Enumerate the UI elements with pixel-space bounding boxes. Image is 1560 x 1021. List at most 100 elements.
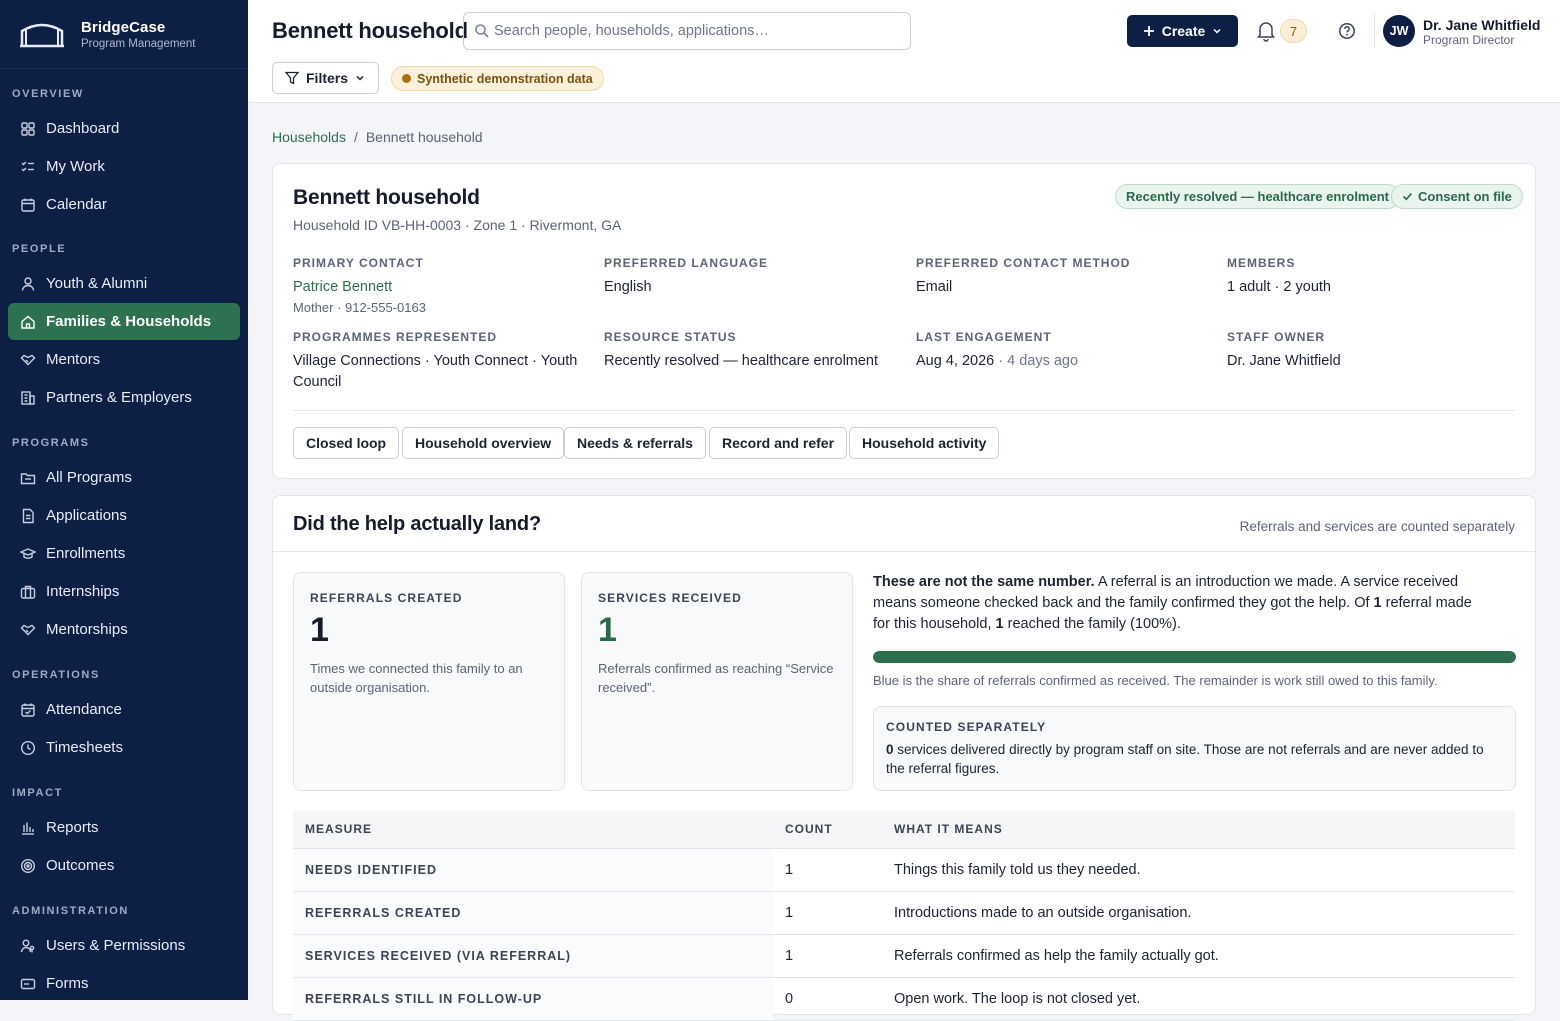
sidebar-item-label: Internships (46, 583, 120, 600)
sidebar-item-applications[interactable]: Applications (8, 497, 240, 534)
chevron-down-icon (1213, 28, 1221, 34)
calendar-icon (21, 198, 35, 212)
resource-status-pill: Recently resolved — healthcare enrolment (1115, 184, 1400, 209)
primary-contact-link[interactable]: Patrice Bennett (293, 277, 593, 298)
sidebar-nav: OVERVIEW Dashboard My Work Calendar PEOPLE Yo… (0, 87, 248, 1000)
search-icon (475, 24, 489, 38)
field-label: PREFERRED LANGUAGE (604, 256, 769, 270)
sidebar-item-label: Calendar (46, 196, 107, 213)
handshake-icon (20, 624, 36, 635)
field-value: Recently resolved — healthcare enrolment (604, 353, 879, 369)
filters-button[interactable]: Filters (272, 62, 379, 94)
counted-separately-desc: services delivered directly by program s… (886, 742, 1484, 776)
primary-contact-detail: Mother · 912-555-0163 (293, 300, 426, 315)
brand-name: BridgeCase (81, 18, 166, 36)
handshake-icon (20, 354, 36, 365)
divider (293, 410, 1515, 411)
sidebar-item-mentors[interactable]: Mentors (8, 341, 240, 378)
chevron-down-icon (356, 75, 364, 81)
staff-owner-field: STAFF OWNER Dr. Jane Whitfield (1227, 330, 1527, 372)
stat-value: 1 (598, 611, 617, 649)
help-icon[interactable] (1338, 22, 1356, 40)
sidebar-item-users-permissions[interactable]: Users & Permissions (8, 927, 240, 964)
sidebar-item-label: Users & Permissions (46, 937, 186, 954)
field-value: 1 adult · 2 youth (1227, 279, 1331, 295)
explanation-part: reached the family (100%). (1003, 616, 1181, 632)
avatar[interactable]: JW (1383, 15, 1415, 47)
count-cell: 1 (773, 848, 894, 892)
sidebar-item-all-programs[interactable]: All Programs (8, 459, 240, 496)
bell-icon[interactable] (1256, 20, 1276, 42)
last-engagement-relative: · 4 days ago (998, 353, 1079, 369)
create-button[interactable]: Create (1127, 15, 1238, 47)
direct-services-count: 0 (886, 742, 894, 757)
stat-value: 1 (310, 611, 329, 649)
sidebar-item-outcomes[interactable]: Outcomes (8, 847, 240, 884)
tab-needs-referrals[interactable]: Needs & referrals (564, 427, 706, 459)
sidebar-item-families-households[interactable]: Families & Households (8, 303, 240, 340)
divider (273, 551, 1535, 552)
explanation-number: 1 (995, 616, 1004, 632)
sidebar-item-youth-alumni[interactable]: Youth & Alumni (8, 265, 240, 302)
consent-label: Consent on file (1418, 189, 1512, 204)
notification-count-badge[interactable]: 7 (1280, 19, 1307, 43)
plus-icon (1143, 26, 1154, 36)
breadcrumb-households-link[interactable]: Households (272, 129, 346, 145)
graduation-cap-icon (20, 547, 36, 559)
stat-description: Referrals confirmed as reaching “Service… (598, 661, 834, 695)
services-received-stat: SERVICES RECEIVED 1 Referrals confirmed … (581, 572, 853, 791)
last-engagement-date: Aug 4, 2026 (916, 353, 995, 369)
sidebar-item-enrollments[interactable]: Enrollments (8, 535, 240, 572)
field-label: LAST ENGAGEMENT (916, 330, 1052, 344)
measure-cell: REFERRALS CREATED (293, 891, 773, 935)
preferred-contact-field: PREFERRED CONTACT METHOD Email (916, 256, 1216, 298)
field-label: PRIMARY CONTACT (293, 256, 424, 270)
create-label: Create (1161, 23, 1206, 39)
nav-section: OVERVIEW Dashboard My Work Calendar (0, 87, 248, 223)
tab-closed-loop[interactable]: Closed loop (293, 427, 400, 459)
nav-section: OPERATIONS Attendance Timesheets (0, 668, 248, 766)
calendar-check-icon (21, 703, 35, 717)
referrals-created-stat: REFERRALS CREATED 1 Times we connected t… (293, 572, 565, 791)
tab-record-and-refer[interactable]: Record and refer (709, 427, 848, 459)
sidebar-item-label: Families & Households (46, 313, 212, 330)
sidebar-item-my-work[interactable]: My Work (8, 148, 240, 185)
form-icon (20, 978, 36, 989)
explanation-number: 1 (1373, 595, 1382, 611)
tab-household-activity[interactable]: Household activity (849, 427, 1000, 459)
sidebar-item-mentorships[interactable]: Mentorships (8, 611, 240, 648)
primary-contact-field: PRIMARY CONTACT Patrice Bennett Mother ·… (293, 256, 593, 315)
target-icon (20, 858, 36, 873)
meaning-cell: Referrals confirmed as help the family a… (894, 934, 1515, 978)
sidebar-item-dashboard[interactable]: Dashboard (8, 110, 240, 147)
sidebar-item-label: All Programs (46, 469, 132, 486)
breadcrumb-current: Bennett household (365, 129, 483, 145)
sidebar-item-partners-employers[interactable]: Partners & Employers (8, 379, 240, 416)
sidebar-item-label: Reports (46, 819, 99, 836)
field-value: English (604, 279, 652, 295)
progress-fill (873, 651, 1516, 663)
sidebar-item-timesheets[interactable]: Timesheets (8, 729, 240, 766)
sidebar-item-attendance[interactable]: Attendance (8, 691, 240, 728)
search-box[interactable] (463, 12, 911, 50)
count-cell: 1 (773, 891, 894, 935)
filters-label: Filters (306, 70, 349, 86)
sidebar-item-reports[interactable]: Reports (8, 809, 240, 846)
user-name[interactable]: Dr. Jane Whitfield (1423, 17, 1540, 33)
sidebar-item-forms[interactable]: Forms (8, 965, 240, 1000)
search-input[interactable] (494, 23, 894, 39)
last-engagement-field: LAST ENGAGEMENT Aug 4, 2026 · 4 days ago (916, 330, 1216, 372)
brand[interactable]: BridgeCase Program Management (0, 0, 248, 69)
table-row: NEEDS IDENTIFIED 1 Things this family to… (293, 848, 1515, 892)
header-divider (1374, 14, 1375, 48)
status-dot-icon (402, 74, 411, 83)
count-cell: 0 (773, 977, 894, 1021)
field-label: RESOURCE STATUS (604, 330, 737, 344)
tab-household-overview[interactable]: Household overview (402, 427, 565, 459)
meaning-cell: Things this family told us they needed. (894, 848, 1515, 892)
counted-separately-box: COUNTED SEPARATELY 0 services delivered … (873, 706, 1516, 791)
table-header-row: MEASURE COUNT WHAT IT MEANS (293, 811, 1515, 849)
sidebar-item-calendar[interactable]: Calendar (8, 186, 240, 223)
sidebar-item-internships[interactable]: Internships (8, 573, 240, 610)
brand-subtitle: Program Management (81, 37, 196, 50)
